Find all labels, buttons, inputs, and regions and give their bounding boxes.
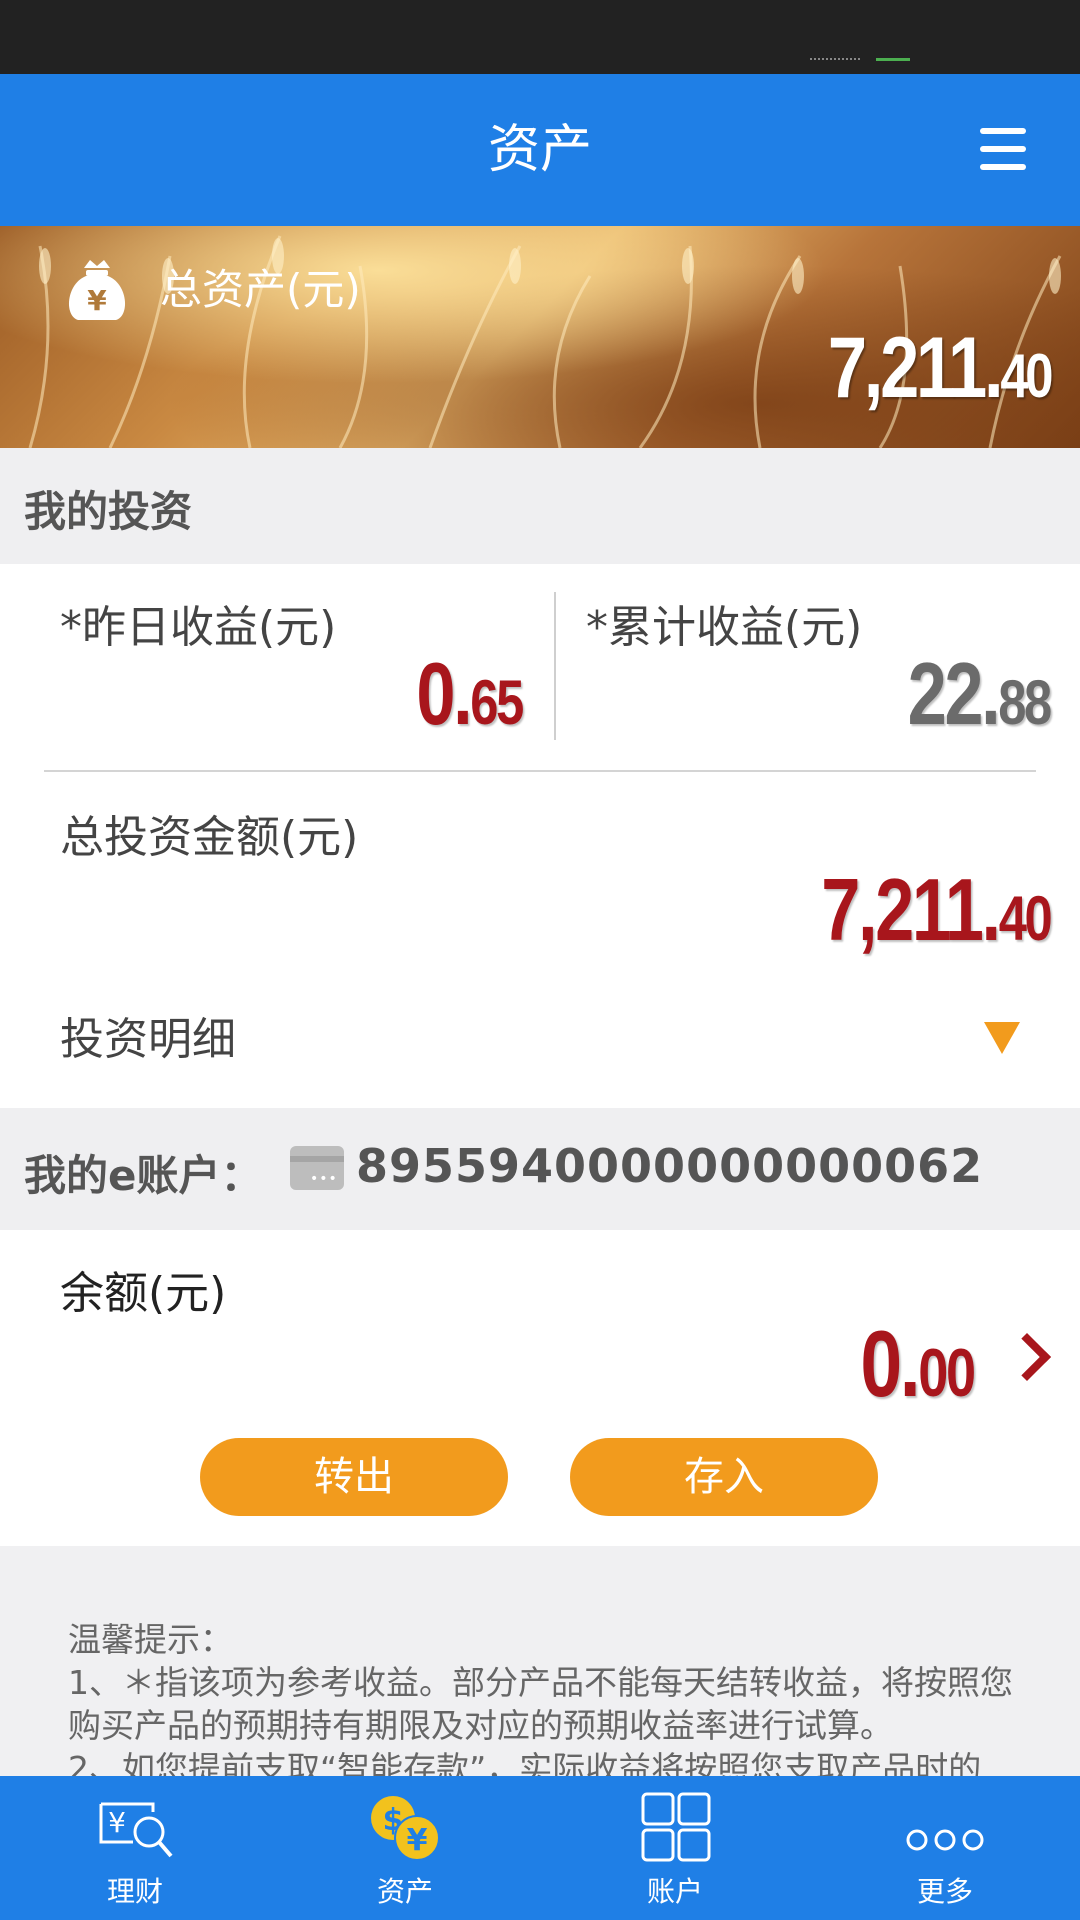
- yesterday-earnings-value: 0.65: [416, 644, 525, 743]
- tab-assets-label: 资产: [376, 1875, 433, 1908]
- currency-coins-icon: $ ¥: [371, 1796, 440, 1861]
- balance-value: 0.00: [860, 1311, 977, 1416]
- total-investment-label: 总投资金额(元): [60, 812, 359, 863]
- svg-text:¥: ¥: [407, 1823, 428, 1858]
- tab-wealth[interactable]: ¥ 理财: [0, 1776, 270, 1920]
- earnings-divider: [554, 592, 556, 740]
- investment-section-title: 我的投资: [24, 487, 193, 536]
- tips-line-1: 1、＊指该项为参考收益。部分产品不能每天结转收益，将按照您购买产品的预期持有期限…: [68, 1663, 1013, 1745]
- balance-label: 余额(元): [60, 1268, 227, 1319]
- eaccount-number: 8955940000000000062: [356, 1139, 984, 1193]
- cumulative-earnings-value: 22.88: [907, 644, 1053, 743]
- total-investment-value: 7,211.40: [820, 860, 1052, 959]
- app-header: 资产: [0, 74, 1080, 226]
- bank-card-icon: •••: [290, 1146, 344, 1190]
- eaccount-section-title: 我的e账户：: [24, 1151, 263, 1200]
- tab-more[interactable]: 更多: [810, 1776, 1080, 1920]
- tips-title: 温馨提示：: [68, 1620, 233, 1659]
- page-title: 资产: [487, 120, 592, 180]
- tab-more-label: 更多: [916, 1875, 973, 1908]
- yesterday-earnings-label: *昨日收益(元): [60, 602, 337, 653]
- grid-icon: [641, 1792, 711, 1862]
- expand-triangle-icon[interactable]: [984, 1022, 1020, 1054]
- more-dots-icon: [906, 1829, 984, 1851]
- tips-block: 温馨提示： 1、＊指该项为参考收益。部分产品不能每天结转收益，将按照您购买产品的…: [68, 1618, 1028, 1790]
- deposit-button[interactable]: 存入: [570, 1438, 878, 1516]
- total-assets-banner: ¥ 总资产(元) 7,211.40: [0, 226, 1080, 448]
- investment-detail-label: 投资明细: [60, 1014, 236, 1065]
- tab-account-label: 账户: [646, 1875, 703, 1908]
- signal-indicator: [876, 58, 910, 61]
- total-assets-amount: 7,211.40: [827, 320, 1054, 416]
- tab-wealth-label: 理财: [106, 1875, 163, 1908]
- menu-icon[interactable]: [976, 126, 1032, 172]
- svg-text:¥: ¥: [87, 284, 107, 317]
- wealth-search-icon: ¥: [99, 1802, 173, 1858]
- section-divider: [44, 770, 1036, 772]
- cumulative-earnings-label: *累计收益(元): [586, 602, 863, 653]
- tab-assets[interactable]: $ ¥ 资产: [270, 1776, 540, 1920]
- bottom-tab-bar: ¥ 理财 $ ¥ 资产 账户 更多: [0, 1776, 1080, 1920]
- transfer-out-button[interactable]: 转出: [200, 1438, 508, 1516]
- svg-text:¥: ¥: [108, 1806, 126, 1839]
- total-assets-label: 总资产(元): [160, 265, 361, 314]
- status-indicator: [810, 58, 860, 60]
- money-bag-icon: ¥: [68, 260, 126, 320]
- investment-detail-toggle[interactable]: 投资明细: [0, 990, 1080, 1090]
- investment-section-header: 我的投资: [0, 448, 1080, 564]
- status-bar: [0, 0, 1080, 74]
- tab-account[interactable]: 账户: [540, 1776, 810, 1920]
